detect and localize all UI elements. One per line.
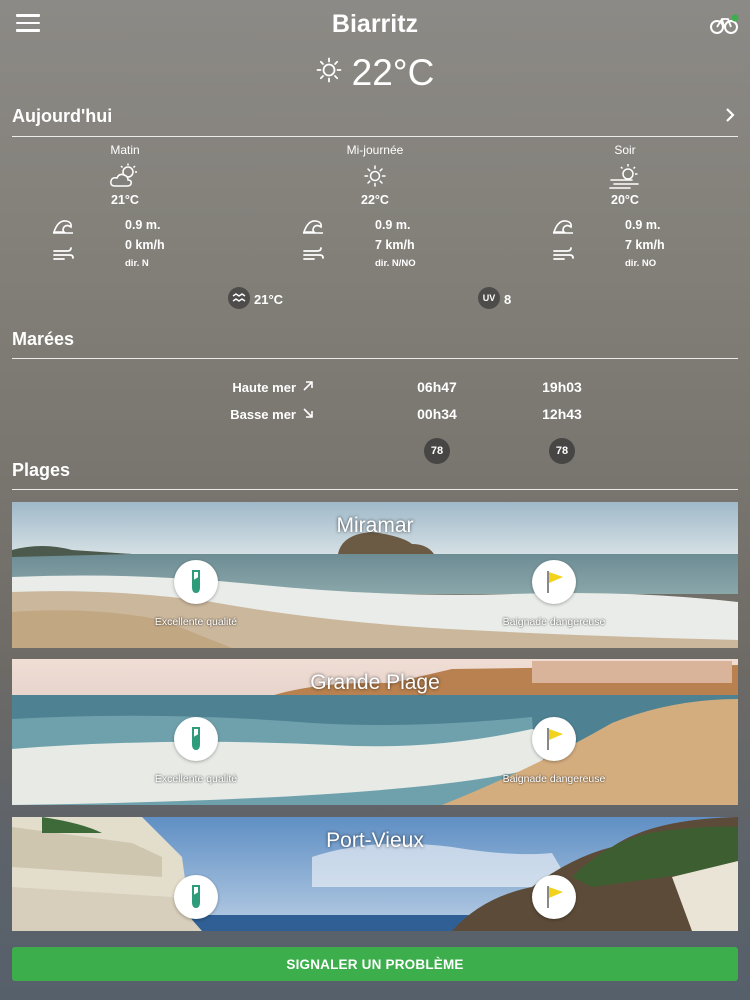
tide-coefficient: 78 (424, 438, 450, 464)
uv-label: UV (482, 293, 496, 303)
wave-height: 0.9 m. (125, 218, 161, 232)
period-morning: Matin 21°C (0, 143, 250, 207)
period-temp: 21°C (111, 193, 139, 207)
wave-height: 0.9 m. (375, 218, 411, 232)
period-label: Mi-journée (346, 143, 404, 157)
beach-card-miramar[interactable]: Miramar Excellente qualité Baignade dang… (12, 502, 738, 648)
swim-safety-label: Baignade dangereuse (502, 773, 606, 785)
beach-card-port-vieux[interactable]: Port-Vieux (12, 817, 738, 931)
water-temp: 21°C (254, 292, 284, 307)
beaches-divider (12, 489, 738, 490)
high-tide-time: 19h03 (542, 379, 582, 395)
arrow-up-right-icon (303, 381, 313, 391)
tide-coefficient: 78 (549, 438, 575, 464)
low-tide-time: 00h34 (417, 406, 457, 422)
wave-icon (552, 220, 573, 234)
wave-icon (52, 220, 73, 234)
today-divider (12, 136, 738, 137)
wind-speed: 0 km/h (125, 238, 165, 252)
water-quality-icon[interactable] (174, 560, 218, 604)
wave-icon (302, 220, 323, 234)
sun-haze-icon (609, 164, 639, 189)
period-label: Soir (614, 143, 636, 157)
low-tide-label: Basse mer (230, 407, 296, 422)
water-quality-label: Excellente qualité (154, 773, 238, 785)
beach-name: Miramar (336, 514, 414, 537)
wind-speed: 7 km/h (375, 238, 415, 252)
period-temp: 20°C (611, 193, 639, 207)
flag-icon[interactable] (532, 875, 576, 919)
wave-height: 0.9 m. (625, 218, 661, 232)
wind-direction: dir. N (125, 258, 149, 269)
beach-name: Port-Vieux (326, 829, 424, 852)
wind-direction: dir. NO (625, 258, 657, 269)
period-evening: Soir 20°C (500, 143, 750, 207)
sun-icon (316, 57, 342, 83)
partly-cloudy-icon (110, 163, 137, 187)
uv-badge: UV (478, 287, 500, 309)
arrow-down-right-icon (303, 408, 313, 418)
flag-icon[interactable] (532, 560, 576, 604)
low-tide-time: 12h43 (542, 406, 582, 422)
water-quality-icon[interactable] (174, 875, 218, 919)
tides-title: Marées (12, 329, 75, 349)
high-tide-label: Haute mer (232, 380, 296, 395)
uv-index: 8 (504, 292, 512, 307)
high-tide-time: 06h47 (417, 379, 457, 395)
wind-speed: 7 km/h (625, 238, 665, 252)
period-label: Matin (110, 143, 140, 157)
water-quality-icon[interactable] (174, 717, 218, 761)
bike-icon[interactable] (710, 12, 740, 36)
beach-name: Grande Plage (310, 671, 440, 694)
wind-direction: dir. N/NO (375, 258, 416, 269)
report-problem-button[interactable]: SIGNALER UN PROBLÈME (12, 947, 738, 981)
wind-icon (53, 247, 74, 260)
current-weather: 22°C (0, 50, 750, 94)
period-midday: Mi-journée 22°C (250, 143, 500, 207)
flag-icon[interactable] (532, 717, 576, 761)
tides-divider (12, 358, 738, 359)
beaches-title: Plages (12, 460, 71, 480)
wind-icon (553, 247, 574, 260)
chevron-right-icon[interactable] (724, 106, 736, 124)
current-temp: 22°C (351, 52, 435, 94)
water-temp-icon (228, 287, 250, 309)
beach-card-grande-plage[interactable]: Grande Plage Excellente qualité Baignade… (12, 659, 738, 805)
swim-safety-label: Baignade dangereuse (502, 616, 606, 628)
period-temp: 22°C (361, 193, 389, 207)
today-title: Aujourd'hui (12, 106, 113, 126)
wind-icon (303, 247, 324, 260)
sun-icon (364, 165, 386, 187)
water-quality-label: Excellente qualité (154, 616, 238, 628)
page-title: Biarritz (331, 10, 419, 38)
